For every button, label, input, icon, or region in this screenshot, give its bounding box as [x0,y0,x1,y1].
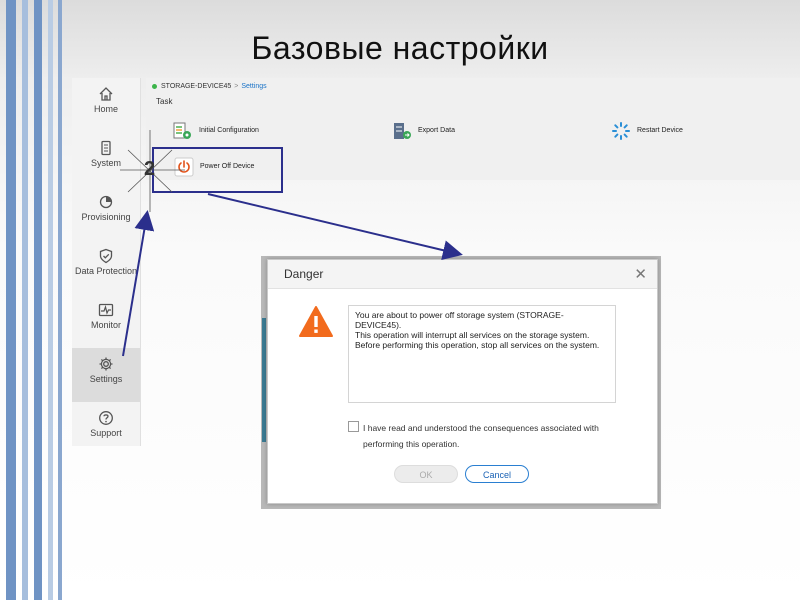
step-number: 2 [144,158,156,180]
settings-panel: STORAGE-DEVICE45 > Settings Task Initial C… [146,78,800,180]
sidebar-item-home[interactable]: Home [72,78,140,132]
close-icon[interactable]: ✕ [634,265,647,283]
export-data-icon [394,123,411,139]
task-export-data[interactable]: Export Data [392,121,512,143]
decorative-stripes [0,0,68,600]
consequences-checkbox[interactable] [348,421,359,432]
sidebar-item-system[interactable]: System [72,132,140,186]
task-label: Power Off Device [200,163,255,170]
arrow-to-dialog [207,193,463,261]
message-line: This operation will interrupt all servic… [355,330,590,340]
danger-dialog: Danger ✕ You are about to power off stor… [267,259,658,504]
task-section-label: Task [156,97,173,106]
sidebar: Home System Provisioning Data Protection… [72,78,141,446]
gear-icon [99,357,113,371]
task-power-off-device[interactable]: Power Off Device [174,157,294,179]
breadcrumb-current[interactable]: Settings [241,83,266,90]
sidebar-item-data-protection[interactable]: Data Protection [72,240,140,294]
sidebar-item-settings[interactable]: Settings [72,348,140,402]
task-label: Initial Configuration [199,127,259,134]
monitor-icon [98,303,114,317]
message-line: Before performing this operation, stop a… [355,340,600,350]
underlying-panel-edge [262,318,266,442]
sidebar-item-support[interactable]: Support [72,402,140,456]
sidebar-item-label: Data Protection [74,266,138,276]
slide-title: Базовые настройки [251,30,549,66]
cancel-button[interactable]: Cancel [465,465,529,483]
dialog-message: You are about to power off storage syste… [348,305,616,403]
status-dot [152,83,157,89]
task-restart-device[interactable]: Restart Device [611,121,741,143]
task-label: Restart Device [637,127,683,134]
sidebar-item-label: Support [90,428,122,438]
dialog-header: Danger ✕ [268,260,657,289]
dialog-title: Danger [284,267,324,281]
task-initial-configuration[interactable]: Initial Configuration [173,121,313,143]
breadcrumb-separator: > [234,83,239,90]
restart-icon [612,122,630,140]
message-line: You are about to power off storage syste… [355,310,564,330]
breadcrumb-device[interactable]: STORAGE-DEVICE45 [161,83,231,90]
question-icon [99,411,113,425]
shield-icon [99,248,113,264]
checkbox-label: I have read and understood the consequen… [363,423,599,449]
system-icon [101,140,111,156]
provisioning-icon [99,195,113,209]
initial-configuration-icon [173,122,191,139]
power-icon [174,157,194,177]
breadcrumb: STORAGE-DEVICE45 > Settings [152,83,267,90]
sidebar-item-label: Provisioning [81,212,131,222]
sidebar-item-label: Settings [89,374,123,384]
sidebar-item-monitor[interactable]: Monitor [72,294,140,348]
sidebar-item-provisioning[interactable]: Provisioning [72,186,140,240]
warning-icon [299,306,333,337]
sidebar-item-label: Home [93,104,118,114]
sidebar-item-label: Monitor [90,320,121,330]
sidebar-item-label: System [90,158,121,168]
home-icon [99,87,113,101]
ok-button[interactable]: OK [394,465,458,483]
task-label: Export Data [418,127,455,134]
